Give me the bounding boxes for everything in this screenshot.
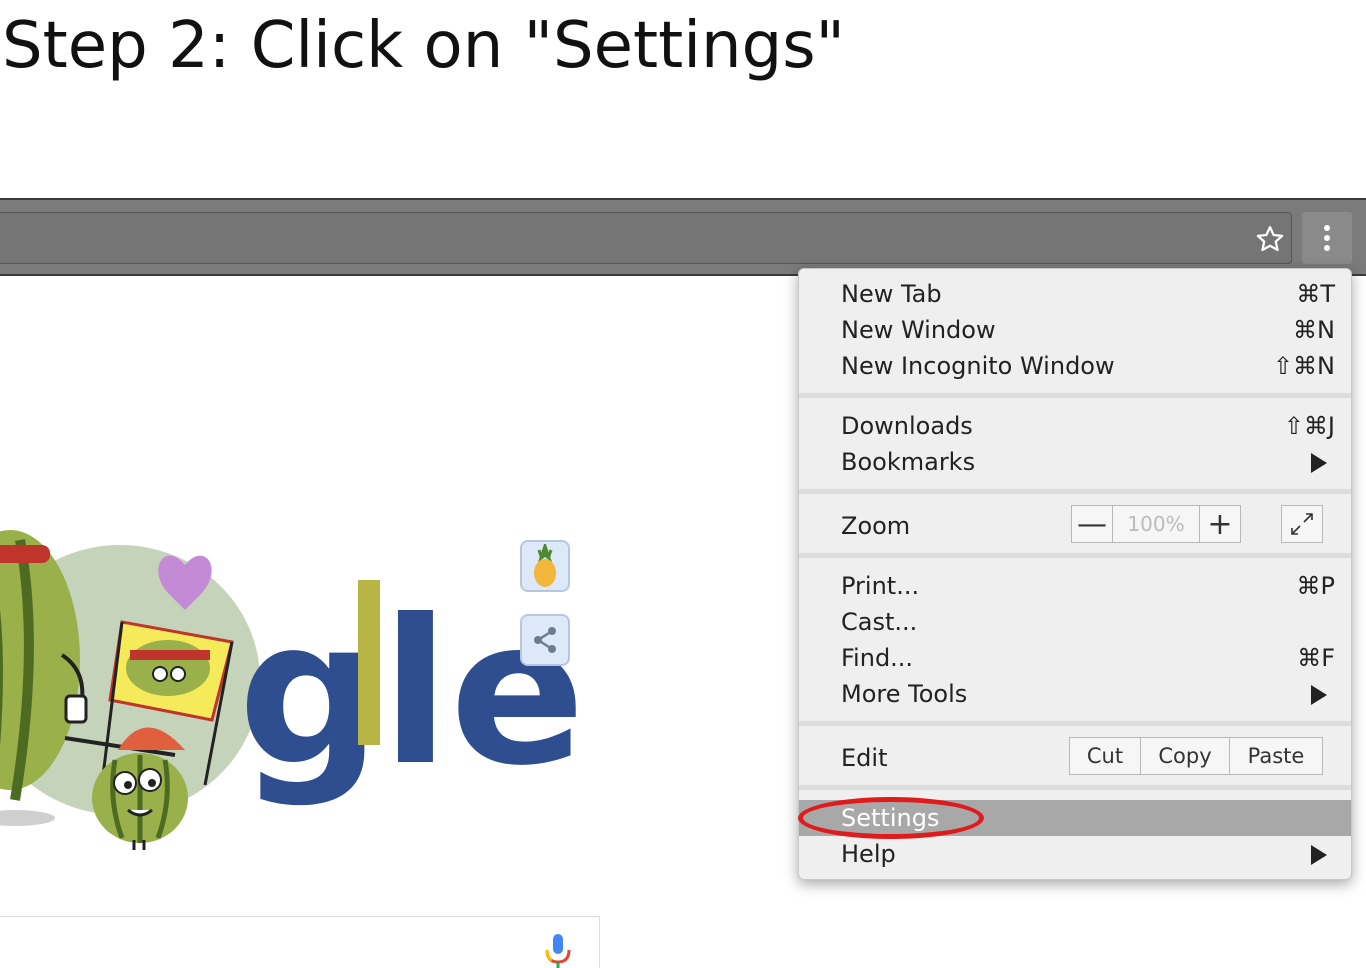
menu-item-label: Edit xyxy=(841,744,888,772)
doodle-share-button[interactable] xyxy=(520,614,570,666)
menu-item-label: New Incognito Window xyxy=(841,352,1115,380)
star-icon xyxy=(1256,226,1284,252)
menu-shortcut: ⌘P xyxy=(1296,572,1335,600)
fullscreen-icon xyxy=(1291,513,1313,535)
menu-shortcut: ⌘F xyxy=(1297,644,1335,672)
menu-item-label: Help xyxy=(841,840,896,868)
menu-item-more-tools[interactable]: More Tools xyxy=(799,676,1351,712)
menu-item-new-tab[interactable]: New Tab ⌘T xyxy=(799,276,1351,312)
menu-item-label: Downloads xyxy=(841,412,973,440)
menu-item-cast[interactable]: Cast... xyxy=(799,604,1351,640)
menu-item-new-incognito-window[interactable]: New Incognito Window ⇧⌘N xyxy=(799,348,1351,384)
menu-separator xyxy=(799,721,1351,726)
copy-button[interactable]: Copy xyxy=(1140,738,1229,774)
share-icon xyxy=(534,627,556,653)
cut-button[interactable]: Cut xyxy=(1070,738,1140,774)
paste-button[interactable]: Paste xyxy=(1229,738,1322,774)
zoom-controls: — 100% + xyxy=(1071,505,1241,543)
zoom-level: 100% xyxy=(1112,506,1200,542)
menu-item-label: New Window xyxy=(841,316,996,344)
menu-item-label: Zoom xyxy=(841,512,911,540)
menu-item-downloads[interactable]: Downloads ⇧⌘J xyxy=(799,408,1351,444)
pineapple-icon xyxy=(534,544,556,587)
menu-shortcut: ⌘T xyxy=(1296,280,1335,308)
menu-item-new-window[interactable]: New Window ⌘N xyxy=(799,312,1351,348)
search-input[interactable] xyxy=(0,916,600,968)
zoom-in-button[interactable]: + xyxy=(1200,506,1240,542)
step-title: Step 2: Click on "Settings" xyxy=(2,9,845,83)
menu-item-label: Find... xyxy=(841,644,914,672)
menu-shortcut: ⌘N xyxy=(1293,316,1335,344)
menu-separator xyxy=(799,489,1351,494)
submenu-arrow-icon xyxy=(1311,453,1327,473)
menu-item-label: Bookmarks xyxy=(841,448,976,476)
doodle-more-button[interactable] xyxy=(520,540,570,592)
menu-item-find[interactable]: Find... ⌘F xyxy=(799,640,1351,676)
menu-separator xyxy=(799,785,1351,790)
edit-controls: Cut Copy Paste xyxy=(1069,737,1323,775)
menu-item-label: Print... xyxy=(841,572,920,600)
bookmark-star-button[interactable] xyxy=(1250,220,1290,258)
fullscreen-button[interactable] xyxy=(1281,505,1323,543)
menu-item-label: Cast... xyxy=(841,608,918,636)
chrome-menu: New Tab ⌘T New Window ⌘N New Incognito W… xyxy=(798,268,1352,880)
menu-item-print[interactable]: Print... ⌘P xyxy=(799,568,1351,604)
menu-shortcut: ⇧⌘J xyxy=(1283,412,1335,440)
vertical-dots-icon xyxy=(1324,225,1330,251)
zoom-out-button[interactable]: — xyxy=(1072,506,1112,542)
chrome-menu-button[interactable] xyxy=(1302,212,1352,264)
menu-item-help[interactable]: Help xyxy=(799,836,1351,872)
menu-separator xyxy=(799,393,1351,398)
doodle-letters: gle xyxy=(238,577,585,810)
menu-item-bookmarks[interactable]: Bookmarks xyxy=(799,444,1351,480)
microphone-icon[interactable] xyxy=(544,934,572,968)
submenu-arrow-icon xyxy=(1311,685,1327,705)
menu-item-label: More Tools xyxy=(841,680,968,708)
address-bar[interactable] xyxy=(0,212,1292,264)
google-doodle[interactable]: gle xyxy=(0,500,600,860)
settings-highlight-annotation xyxy=(798,797,984,839)
submenu-arrow-icon xyxy=(1311,845,1327,865)
menu-item-label: New Tab xyxy=(841,280,942,308)
menu-shortcut: ⇧⌘N xyxy=(1272,352,1335,380)
menu-separator xyxy=(799,553,1351,558)
